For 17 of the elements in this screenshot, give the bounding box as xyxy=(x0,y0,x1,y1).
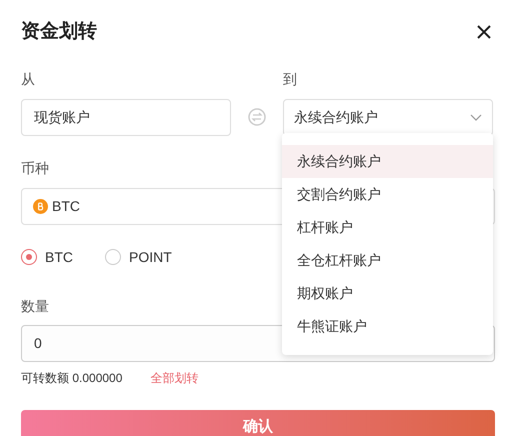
swap-icon[interactable] xyxy=(248,108,266,126)
dialog-title: 资金划转 xyxy=(21,20,97,44)
dropdown-option[interactable]: 全仓杠杆账户 xyxy=(282,244,493,277)
dropdown-option[interactable]: 期权账户 xyxy=(282,277,493,310)
bitcoin-icon xyxy=(33,198,48,214)
coin-label: 币种 xyxy=(21,158,49,178)
from-field[interactable]: 现货账户 xyxy=(21,98,231,136)
radio-option[interactable]: POINT xyxy=(105,246,172,268)
radio-button[interactable] xyxy=(21,249,37,265)
close-icon xyxy=(476,24,492,40)
radio-button[interactable] xyxy=(105,249,121,265)
to-label: 到 xyxy=(283,70,297,88)
amount-label: 数量 xyxy=(21,296,49,316)
dropdown-option[interactable]: 永续合约账户 xyxy=(282,145,493,178)
radio-option[interactable]: BTC xyxy=(21,246,73,268)
from-label: 从 xyxy=(21,70,35,88)
available-amount: 可转数额 0.000000 xyxy=(21,370,122,386)
